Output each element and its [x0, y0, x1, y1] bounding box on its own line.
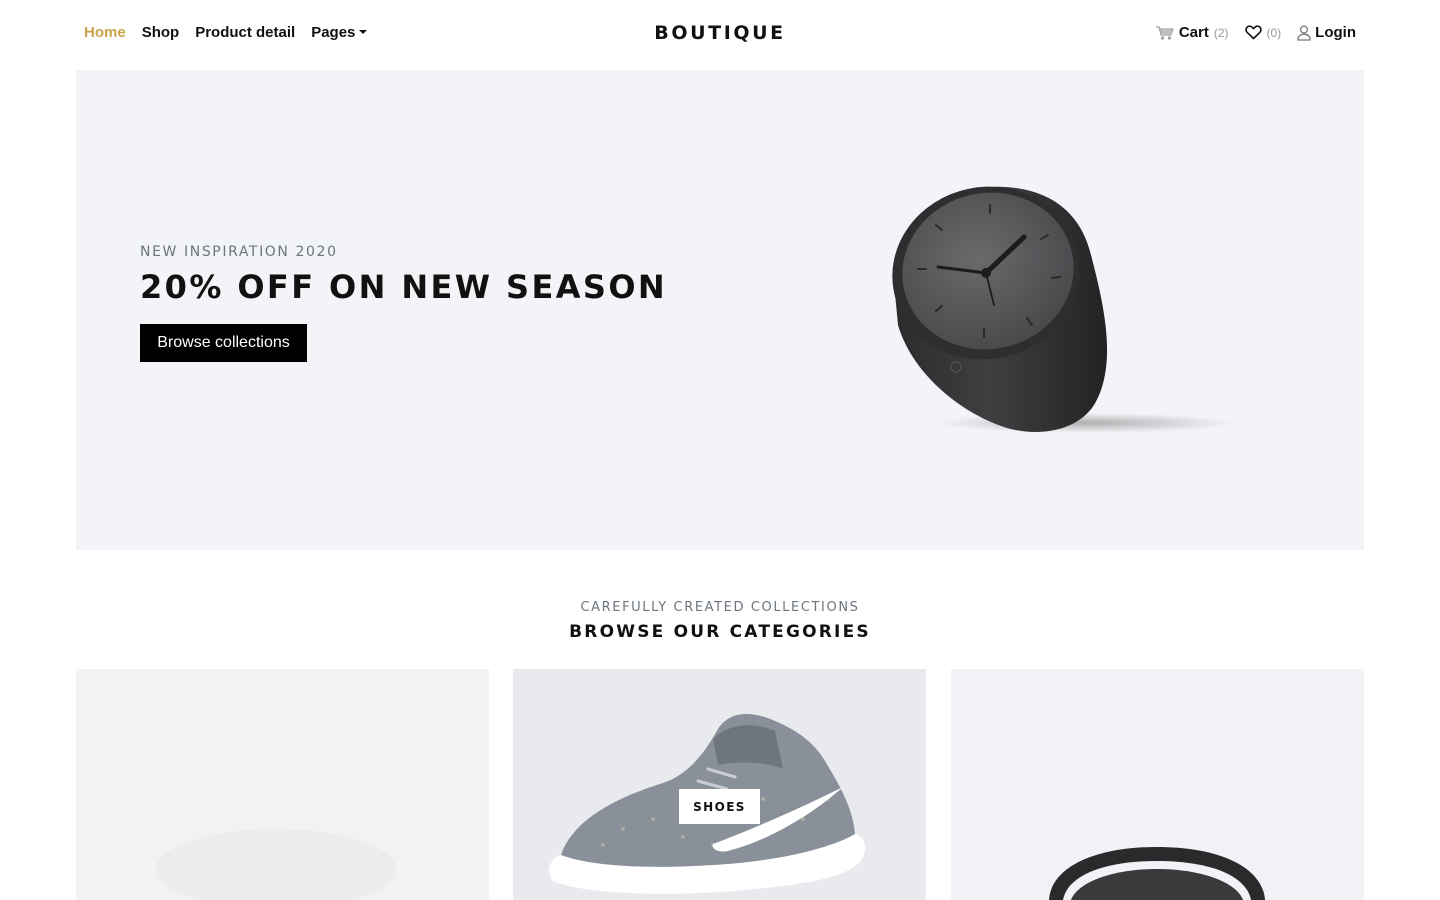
main-nav: Home Shop Product detail Pages	[84, 24, 368, 41]
hero-title: 20% OFF ON NEW SEASON	[140, 268, 668, 306]
hero-eyebrow: NEW INSPIRATION 2020	[140, 244, 338, 260]
cart-label: Cart	[1178, 24, 1209, 41]
category-card-headphones[interactable]	[951, 669, 1364, 900]
hero-banner: NEW INSPIRATION 2020 20% OFF ON NEW SEAS…	[76, 70, 1364, 550]
cart-count: (2)	[1213, 25, 1229, 40]
wishlist-count: (0)	[1266, 25, 1282, 40]
brand-logo[interactable]: BOUTIQUE	[654, 22, 785, 44]
caret-down-icon	[359, 29, 368, 34]
nav-link-home[interactable]: Home	[84, 24, 126, 41]
nav-link-shop[interactable]: Shop	[142, 24, 180, 41]
user-icon	[1297, 24, 1311, 41]
nav-link-pages-label: Pages	[311, 24, 356, 41]
nav-link-product-detail[interactable]: Product detail	[195, 24, 295, 41]
categories-title: BROWSE OUR CATEGORIES	[569, 622, 871, 642]
wishlist-link[interactable]: (0)	[1244, 25, 1282, 40]
watches-image	[76, 669, 489, 900]
nav-link-pages-dropdown[interactable]: Pages	[311, 24, 368, 41]
cart-link[interactable]: Cart (2)	[1155, 24, 1229, 41]
login-link[interactable]: Login	[1297, 24, 1356, 41]
clock-image	[892, 186, 1236, 433]
category-label-shoes: SHOES	[679, 789, 760, 824]
category-card-watches[interactable]	[76, 669, 489, 900]
category-card-shoes[interactable]: SHOES	[513, 669, 926, 900]
browse-collections-button[interactable]: Browse collections	[140, 324, 307, 362]
sneaker-image	[513, 669, 926, 900]
categories-eyebrow: CAREFULLY CREATED COLLECTIONS	[580, 600, 860, 615]
login-label: Login	[1315, 24, 1356, 41]
cart-icon	[1155, 25, 1175, 41]
user-nav: Cart (2) (0) Login	[1155, 24, 1356, 41]
top-navbar: Home Shop Product detail Pages BOUTIQUE …	[0, 0, 1440, 70]
headphones-image	[951, 669, 1364, 900]
heart-icon	[1244, 25, 1262, 40]
